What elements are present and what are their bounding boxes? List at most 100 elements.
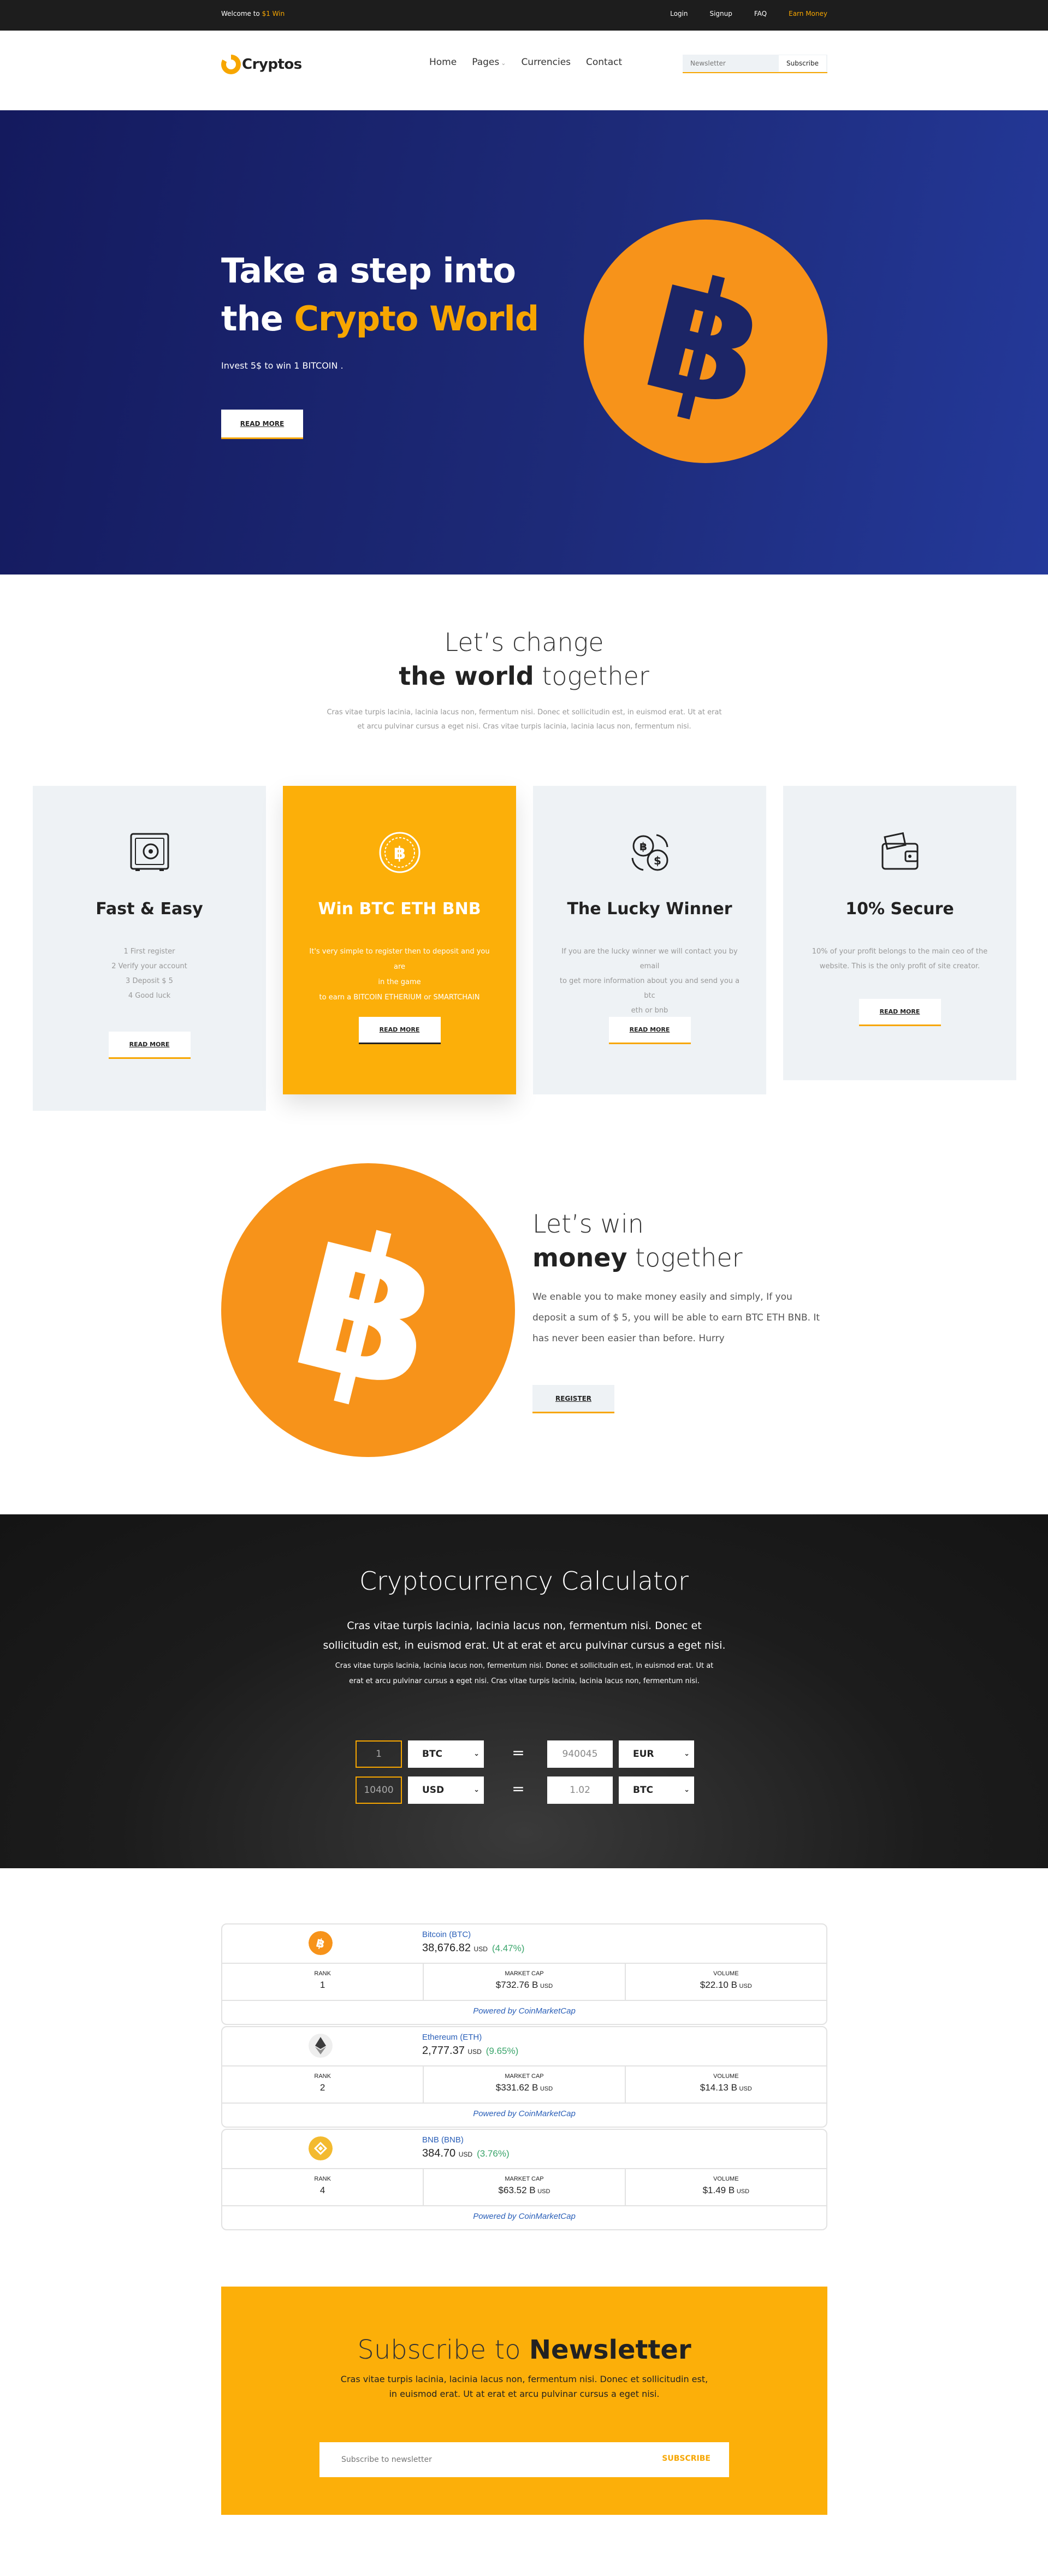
nav-currencies[interactable]: Currencies	[521, 57, 571, 68]
coin-stats: RANK 4 MARKET CAP $63.52 B USD VOLUME $1.49…	[222, 2168, 826, 2206]
coin-stats: RANK 1 MARKET CAP $732.76 B USD VOLUME $22.…	[222, 1963, 826, 2001]
feature-text: 1 First register 2 Verify your account 3…	[55, 944, 244, 1003]
rank-label: RANK	[314, 2176, 331, 2182]
price-unit: USD	[458, 2151, 473, 2158]
feature-text-line: to get more information about you and se…	[559, 977, 740, 1000]
logo[interactable]: Cryptos	[221, 55, 302, 74]
coin-name[interactable]: BNB (BNB)	[422, 2135, 464, 2145]
intro-title-line1: Let’s change	[444, 627, 604, 657]
equals-sign: =	[512, 1780, 525, 1798]
newsletter-title-plain: Subscribe to	[357, 2335, 529, 2365]
faq-link[interactable]: FAQ	[754, 10, 767, 17]
feature-card-fast-easy: Fast & Easy 1 First register 2 Verify yo…	[33, 786, 266, 1111]
calculator-row: 10400 USD ⌄ = 1.02 BTC ⌄	[356, 1776, 694, 1804]
register-button[interactable]: REGISTER	[532, 1385, 614, 1413]
win-title-bold: money	[532, 1243, 627, 1272]
intro-text-line1: Cras vitae turpis lacinia, lacinia lacus…	[327, 708, 722, 716]
welcome-text: Welcome to $1 Win	[221, 10, 285, 17]
newsletter-section: Subscribe to Newsletter Cras vitae turpi…	[221, 2287, 827, 2515]
currency-unit: USD	[540, 1983, 553, 1989]
login-link[interactable]: Login	[670, 10, 688, 17]
hero-subtitle: Invest 5$ to win 1 BITCOIN .	[221, 360, 344, 371]
feature-read-more-button[interactable]: READ MORE	[108, 1032, 191, 1059]
rank-label: RANK	[314, 2073, 331, 2080]
select-arrow-icon: ⌄	[684, 1750, 690, 1758]
price-value: 38,676.82	[422, 1942, 471, 1954]
newsletter-title-bold: Newsletter	[529, 2335, 691, 2365]
volume-cell: VOLUME $14.13 B USD	[624, 2066, 826, 2103]
powered-by-link[interactable]: Powered by CoinMarketCap	[222, 2109, 826, 2118]
currency-unit: USD	[537, 2188, 550, 2195]
main-navbar: Cryptos Home Pages⌄ Currencies Contact S…	[0, 31, 1048, 110]
rank-cell: RANK 4	[222, 2169, 423, 2205]
nav-pages[interactable]: Pages ⌄	[472, 57, 506, 68]
powered-by-link[interactable]: Powered by CoinMarketCap	[222, 2212, 826, 2221]
newsletter-email-input[interactable]	[341, 2442, 614, 2477]
feature-text-line: website. This is the only profit of site…	[819, 962, 980, 970]
hero-section: Take a step into the Crypto World Invest…	[0, 110, 1048, 575]
rank-cell: RANK 2	[222, 2066, 423, 2103]
feature-read-more-button[interactable]: READ MORE	[358, 1017, 441, 1044]
market-cap-value: $331.62 B	[495, 2082, 538, 2093]
to-currency-select[interactable]: BTC ⌄	[619, 1776, 694, 1804]
powered-by-link[interactable]: Powered by CoinMarketCap	[222, 2006, 826, 2016]
calculator-text: Cras vitae turpis lacinia, lacinia lacus…	[323, 1620, 726, 1651]
svg-text:$: $	[654, 854, 661, 867]
market-cap-label: MARKET CAP	[505, 2176, 544, 2182]
intro-title: Let’s change the world together	[0, 625, 1048, 693]
feature-read-more-button[interactable]: READ MORE	[608, 1017, 691, 1044]
amount-input[interactable]: 10400	[356, 1776, 402, 1804]
hero-read-more-button[interactable]: READ MORE	[221, 410, 303, 439]
feature-text-line: If you are the lucky winner we will cont…	[561, 948, 738, 970]
win-title-line1: Let’s win	[532, 1209, 644, 1239]
volume-label: VOLUME	[713, 1970, 739, 1977]
hero-title: Take a step into the Crypto World	[221, 247, 539, 343]
feature-text: If you are the lucky winner we will cont…	[555, 944, 744, 1018]
ticker-widget-bnb: BNB (BNB) 384.70 USD (3.76%) RANK 4 MARKET…	[221, 2129, 827, 2230]
feature-read-more-button[interactable]: READ MORE	[858, 999, 941, 1026]
coin-price: 384.70 USD (3.76%)	[422, 2147, 510, 2160]
header-subscribe-button[interactable]: Subscribe	[779, 55, 826, 72]
coin-price: 38,676.82 USD (4.47%)	[422, 1942, 524, 1955]
bitcoin-coin-icon: ฿	[379, 832, 420, 873]
safe-icon	[130, 833, 169, 871]
coin-name[interactable]: Bitcoin (BTC)	[422, 1930, 471, 1939]
price-unit: USD	[473, 1945, 488, 1953]
nav-pages-label: Pages	[472, 57, 500, 68]
currency-unit: USD	[739, 1983, 752, 1989]
price-value: 2,777.37	[422, 2045, 465, 2057]
from-currency-select[interactable]: BTC ⌄	[408, 1740, 484, 1768]
nav-contact[interactable]: Contact	[586, 57, 622, 68]
rank-value: 2	[319, 2082, 325, 2093]
signup-link[interactable]: Signup	[709, 10, 732, 17]
from-currency-value: BTC	[422, 1749, 443, 1760]
nav-home[interactable]: Home	[429, 57, 457, 68]
win-title-rest: together	[627, 1243, 743, 1272]
feature-text-line: 2 Verify your account	[111, 962, 187, 970]
select-arrow-icon: ⌄	[473, 1750, 479, 1758]
logo-mark-icon	[221, 55, 241, 74]
volume-label: VOLUME	[713, 2176, 739, 2182]
result-field: 940045	[547, 1740, 613, 1768]
win-title: Let’s win money together	[532, 1207, 743, 1275]
from-currency-select[interactable]: USD ⌄	[408, 1776, 484, 1804]
feature-text-line: 10% of your profit belongs to the main c…	[812, 948, 988, 956]
newsletter-subscribe-button[interactable]: SUBSCRIBE	[662, 2454, 710, 2463]
ethereum-icon	[309, 2034, 333, 2058]
volume-value: $14.13 B	[700, 2082, 737, 2093]
market-cap-value: $732.76 B	[495, 1980, 538, 1990]
header-newsletter-input[interactable]	[683, 60, 779, 67]
rank-label: RANK	[314, 1970, 331, 1977]
wallet-icon	[881, 832, 918, 870]
rank-cell: RANK 1	[222, 1964, 423, 2000]
hero-title-highlight: Crypto World	[294, 299, 539, 339]
feature-text: 10% of your profit belongs to the main c…	[805, 944, 994, 974]
earn-money-link[interactable]: Earn Money	[789, 10, 827, 17]
coin-name[interactable]: Ethereum (ETH)	[422, 2033, 482, 2042]
top-bar: Welcome to $1 Win Login Signup FAQ Earn …	[0, 0, 1048, 31]
to-currency-value: BTC	[633, 1785, 654, 1796]
feature-title: Win BTC ETH BNB	[318, 899, 481, 919]
bitcoin-icon: ฿	[309, 1931, 333, 1955]
to-currency-select[interactable]: EUR ⌄	[619, 1740, 694, 1768]
amount-input[interactable]: 1	[356, 1740, 402, 1768]
